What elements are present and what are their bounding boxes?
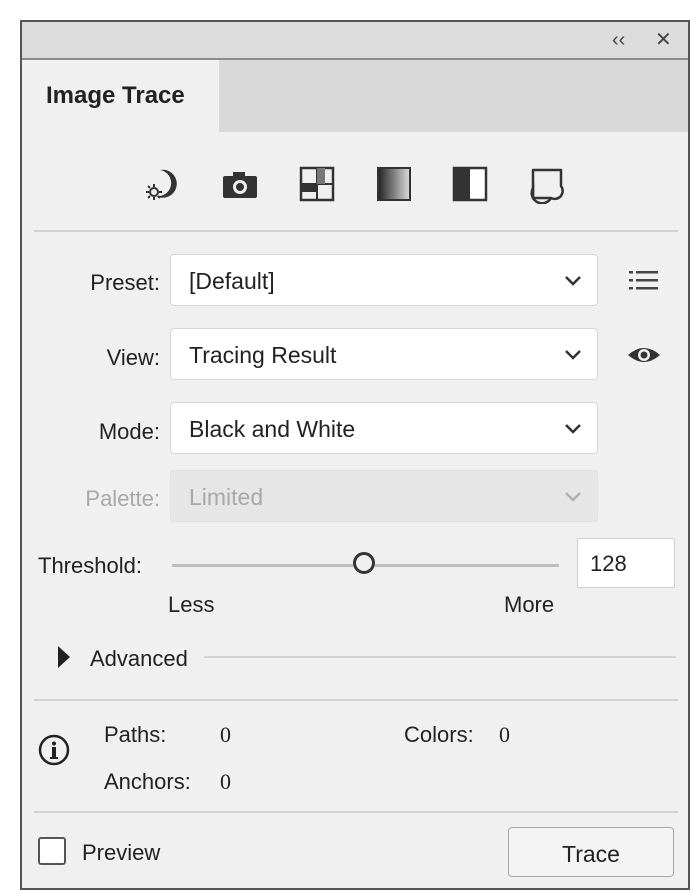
tab-bar: Image Trace [22, 60, 688, 132]
threshold-value: 128 [590, 551, 627, 576]
eye-icon[interactable] [626, 337, 662, 373]
view-value: Tracing Result [189, 342, 337, 368]
grayscale-icon[interactable] [374, 164, 414, 204]
palette-dropdown: Limited [170, 470, 598, 522]
info-icon [38, 734, 70, 766]
chevron-down-icon [565, 492, 581, 502]
anchors-value: 0 [220, 769, 231, 794]
anchors-label: Anchors: [104, 769, 191, 794]
view-label: View: [106, 345, 160, 370]
paths-value: 0 [220, 722, 231, 747]
advanced-divider [204, 656, 676, 658]
preset-dropdown[interactable]: [Default] [170, 254, 598, 306]
threshold-label: Threshold: [38, 553, 142, 578]
threshold-min-label: Less [168, 592, 215, 617]
close-icon[interactable]: ✕ [655, 28, 672, 52]
threshold-max-label: More [504, 592, 555, 617]
threshold-slider-track-right[interactable] [375, 564, 559, 567]
colors-label: Colors: [404, 722, 474, 747]
view-dropdown[interactable]: Tracing Result [170, 328, 598, 380]
low-color-icon[interactable] [297, 164, 337, 204]
tab-label: Image Trace [46, 82, 185, 109]
auto-color-icon[interactable] [144, 164, 184, 204]
black-white-icon[interactable] [450, 164, 490, 204]
list-menu-icon[interactable] [626, 262, 662, 298]
advanced-label[interactable]: Advanced [90, 646, 188, 672]
trace-button-label: Trace [562, 841, 620, 867]
threshold-input[interactable]: 128 [577, 538, 675, 588]
mode-label: Mode: [98, 419, 160, 444]
preset-buttons-row [22, 132, 688, 232]
divider [34, 811, 678, 813]
threshold-slider-thumb[interactable] [353, 552, 375, 574]
tab-image-trace[interactable]: Image Trace [22, 60, 219, 132]
preview-label[interactable]: Preview [82, 840, 160, 866]
image-trace-panel: ‹‹ ✕ Image Trace Preset: [Default] View:… [20, 20, 690, 890]
outline-icon[interactable] [527, 164, 567, 205]
threshold-slider-track[interactable] [172, 564, 353, 567]
chevron-down-icon [565, 276, 581, 286]
paths-label: Paths: [104, 722, 167, 747]
preset-label: Preset: [90, 270, 160, 295]
disclosure-triangle-icon[interactable] [56, 644, 72, 670]
divider [34, 699, 678, 701]
preset-value: [Default] [189, 268, 275, 294]
collapse-icon[interactable]: ‹‹ [612, 28, 625, 52]
divider [34, 230, 678, 232]
chevron-down-icon [565, 350, 581, 360]
mode-dropdown[interactable]: Black and White [170, 402, 598, 454]
preview-checkbox[interactable] [38, 837, 66, 865]
colors-value: 0 [499, 722, 510, 747]
chevron-down-icon [565, 424, 581, 434]
trace-button[interactable]: Trace [508, 827, 674, 877]
panel-titlebar: ‹‹ ✕ [22, 22, 688, 60]
palette-value: Limited [189, 484, 264, 510]
palette-label: Palette: [85, 486, 160, 511]
mode-value: Black and White [189, 416, 356, 442]
camera-icon[interactable] [220, 164, 260, 204]
